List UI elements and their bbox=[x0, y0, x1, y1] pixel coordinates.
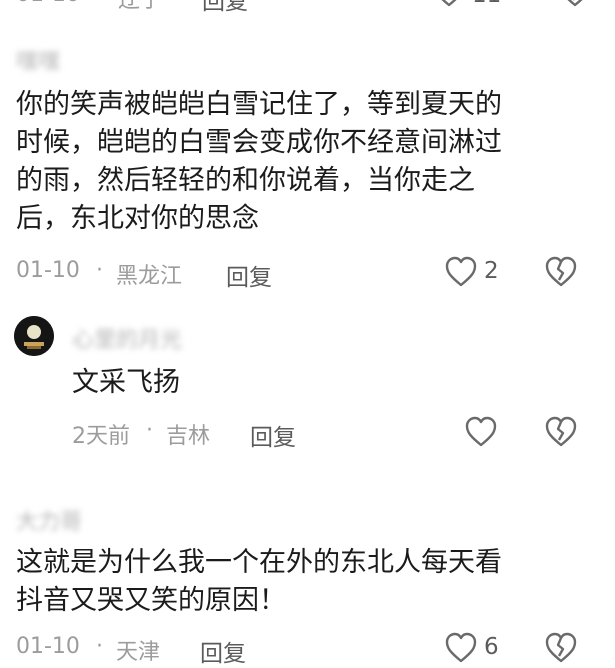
comment-location: 辽宁 bbox=[118, 0, 163, 13]
reply-button[interactable]: 回复 bbox=[202, 0, 248, 16]
comment-item: 嘿嘿 你的笑声被皑皑白雪记住了，等到夏天的 时候，皑皑的白雪会变成你不经意间淋过… bbox=[0, 40, 615, 295]
reply-date: 2天前 bbox=[72, 424, 130, 449]
heart-outline-icon[interactable] bbox=[444, 632, 478, 664]
top-comment-meta-partial: 01-10 · 辽宁 回复 11 bbox=[14, 0, 614, 15]
reply-meta-row: 2天前 · 吉林 回复 bbox=[0, 414, 615, 452]
comment-item: 大力哥 这就是为什么我一个在外的东北人每天看 抖音又哭又笑的原因！ 01-10 … bbox=[0, 500, 615, 667]
comment-meta-row: 01-10 · 黑龙江 回复 2 bbox=[0, 254, 615, 292]
comment-text-line: 这就是为什么我一个在外的东北人每天看 bbox=[16, 547, 502, 578]
like-count: 6 bbox=[484, 634, 499, 660]
comment-separator: · bbox=[96, 634, 103, 659]
broken-heart-icon[interactable] bbox=[544, 632, 578, 664]
comment-text-line: 你的笑声被皑皑白雪记住了，等到夏天的 bbox=[16, 89, 502, 120]
heart-outline-icon[interactable] bbox=[444, 256, 478, 288]
broken-heart-icon[interactable] bbox=[558, 0, 592, 8]
comment-text-line: 后，东北对你的思念 bbox=[16, 203, 259, 234]
heart-outline-icon[interactable] bbox=[464, 416, 498, 448]
comment-text: 这就是为什么我一个在外的东北人每天看 抖音又哭又笑的原因！ bbox=[16, 544, 606, 620]
comment-separator: · bbox=[96, 258, 103, 283]
comment-text-line: 的雨，然后轻轻的和你说着，当你走之 bbox=[16, 165, 475, 196]
comment-text: 你的笑声被皑皑白雪记住了，等到夏天的 时候，皑皑的白雪会变成你不经意间淋过 的雨… bbox=[16, 86, 606, 238]
comment-username[interactable]: 大力哥 bbox=[16, 504, 82, 536]
comment-username[interactable]: 嘿嘿 bbox=[16, 44, 60, 76]
comment-date: 01-10 bbox=[16, 258, 80, 283]
broken-heart-icon[interactable] bbox=[544, 256, 578, 288]
reply-button[interactable]: 回复 bbox=[200, 634, 246, 668]
reply-username[interactable]: 心里的月光 bbox=[72, 322, 182, 354]
comment-separator: · bbox=[96, 0, 103, 7]
comment-location: 黑龙江 bbox=[116, 264, 183, 289]
heart-outline-icon[interactable] bbox=[432, 0, 466, 8]
reply-button[interactable]: 回复 bbox=[250, 418, 296, 452]
comment-text-line: 抖音又哭又笑的原因！ bbox=[16, 585, 286, 616]
reply-button[interactable]: 回复 bbox=[226, 258, 272, 292]
reply-item: 心里的月光 文采飞扬 2天前 · 吉林 回复 bbox=[0, 310, 615, 460]
like-count: 11 bbox=[472, 0, 501, 8]
comment-location: 天津 bbox=[116, 640, 161, 665]
broken-heart-icon[interactable] bbox=[544, 416, 578, 448]
avatar[interactable] bbox=[14, 316, 54, 356]
reply-location: 吉林 bbox=[166, 424, 211, 449]
reply-text: 文采飞扬 bbox=[72, 367, 180, 398]
comment-date: 01-10 bbox=[16, 0, 80, 7]
like-count: 2 bbox=[484, 258, 499, 284]
comment-meta-row: 01-10 · 天津 回复 6 bbox=[0, 630, 615, 668]
reply-separator: · bbox=[146, 418, 153, 443]
comment-date: 01-10 bbox=[16, 634, 80, 659]
comment-text-line: 时候，皑皑的白雪会变成你不经意间淋过 bbox=[16, 127, 502, 158]
